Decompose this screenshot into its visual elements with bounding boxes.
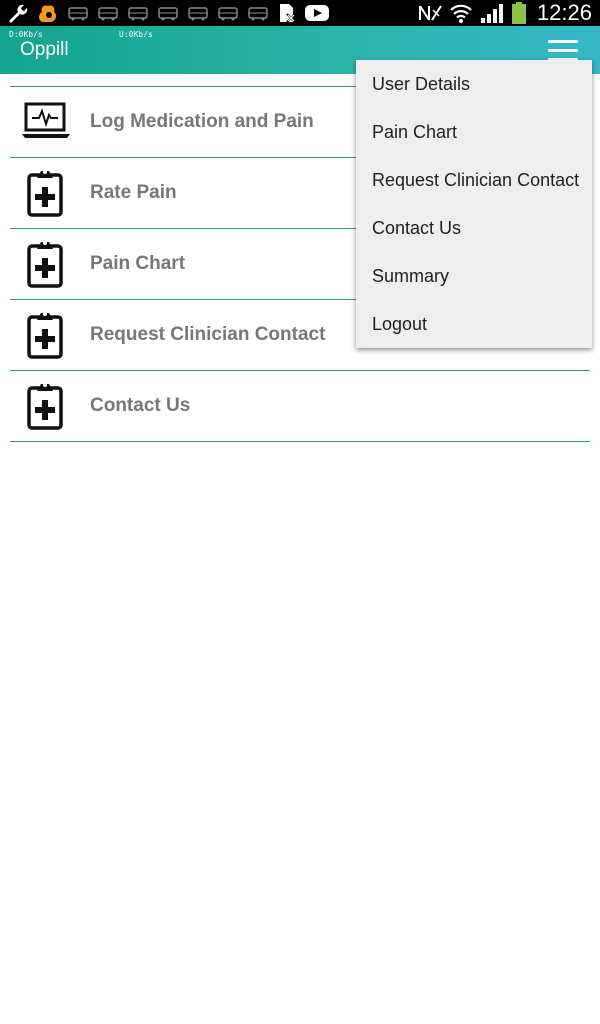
bus-icon [66, 2, 90, 24]
bus-icon [96, 2, 120, 24]
clipboard-plus-icon [20, 167, 72, 219]
signal-icon [479, 2, 505, 24]
bus-icon [216, 2, 240, 24]
menu-item-user-details[interactable]: User Details [356, 60, 592, 108]
no-notification-icon [417, 2, 443, 24]
battery-icon [511, 2, 527, 24]
menu-item-request-clinician[interactable]: Request Clinician Contact [356, 156, 592, 204]
list-item-label: Rate Pain [90, 182, 177, 203]
wrench-icon [6, 2, 30, 24]
bus-icon [126, 2, 150, 24]
list-item-label: Pain Chart [90, 253, 186, 274]
status-bar: 12:26 [0, 0, 600, 26]
clipboard-plus-icon [20, 238, 72, 290]
clipboard-plus-icon [20, 309, 72, 361]
notification-icons [6, 0, 330, 26]
system-icons: 12:26 [417, 0, 592, 26]
bus-icon [186, 2, 210, 24]
bus-icon [246, 2, 270, 24]
bus-icon [156, 2, 180, 24]
menu-item-pain-chart[interactable]: Pain Chart [356, 108, 592, 156]
sim-error-icon [276, 2, 298, 24]
list-item-label: Request Clinician Contact [90, 324, 326, 345]
squirrel-icon [36, 2, 60, 24]
menu-item-summary[interactable]: Summary [356, 252, 592, 300]
overflow-menu: User Details Pain Chart Request Clinicia… [356, 60, 592, 348]
clipboard-plus-icon [20, 380, 72, 432]
list-item-label: Log Medication and Pain [90, 111, 314, 132]
menu-item-logout[interactable]: Logout [356, 300, 592, 348]
menu-item-contact-us[interactable]: Contact Us [356, 204, 592, 252]
upload-speed: U:0Kb/s [119, 30, 153, 39]
list-item-label: Contact Us [90, 395, 191, 416]
download-speed: D:0Kb/s [9, 30, 43, 39]
clock: 12:26 [536, 0, 592, 25]
laptop-pulse-icon [20, 96, 72, 148]
wifi-icon [449, 2, 473, 24]
app-title: Oppill [20, 39, 69, 60]
youtube-icon [304, 2, 330, 24]
list-item-contact-us[interactable]: Contact Us [10, 371, 590, 442]
